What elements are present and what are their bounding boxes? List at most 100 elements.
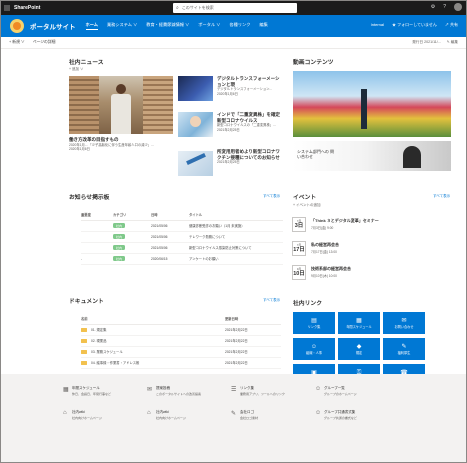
event-title: 私の経営再会合 [311,242,339,247]
news-add-button[interactable]: + 追加 ∨ [69,67,84,72]
tile-welfare[interactable]: ✎ 福利厚生 [383,338,425,360]
name-cell[interactable]: 02. 現業品 [81,335,225,347]
table-row[interactable]: 01. 規定集 2021年2月22日 [81,324,281,336]
table-row[interactable]: 社内 2021/05/06 健康診断受診のお願い（1月 未実施） [81,220,283,232]
table-row[interactable]: 社内 2021/05/06 テレワーク勤務について [81,231,283,243]
person-silhouette-image [361,89,367,129]
footer-link[interactable]: ☺ グループ共通書式集 グループ共通の書式など [315,410,357,420]
title-cell[interactable]: 新型コロナウイルス感染防止対策について [189,242,283,254]
documents-table: 名前 更新日時 01. 規定集 2021年2月22日 02. 現業品 2021年… [81,313,281,369]
suite-right-icons: ⚙ ? [431,3,462,11]
news-hero-image[interactable] [69,76,173,134]
col-modified[interactable]: 更新日時 [225,313,281,325]
add-event-button[interactable]: + イベントの追加 [293,203,321,208]
event-item[interactable]: 7月 3日 「Think ３とデジタル変革」セミナー 7月3日(金) 9:00 [292,214,452,234]
name-cell[interactable]: 04. 議事録・作業書・アドレス帳 [81,357,225,369]
importance-cell [81,231,113,243]
table-row[interactable]: 03. 業務スケジュール 2021年2月22日 [81,346,281,358]
footer-link[interactable]: ☰ リンク集 業務用アプリ、ツールへのリンク [231,386,285,396]
hub-navigation: ポータルサイト ホーム 業務システム ∨ 教育・経費節減情報 ∨ ポータル ∨ … [1,15,466,37]
tile-regulations[interactable]: ◆ 規定 [338,338,380,360]
date-cell: 2021/05/06 [151,220,189,232]
modified-cell: 2021年2月22日 [225,357,281,369]
tile-organization[interactable]: ☺ 組織・人事 [293,338,335,360]
event-time: 7月3日(金) 9:00 [311,226,334,230]
footer-link-desc: グループのホームページ [324,392,357,396]
footer-link-desc: 社内向けホームページ [72,416,102,420]
avatar[interactable] [454,3,462,11]
table-row[interactable]: - 社内 2020/06/15 アンケートのお願い [81,253,283,265]
folder-name: 02. 現業品 [91,338,107,343]
nav-item-edit[interactable]: 編集 [259,22,267,30]
nav-item-portal[interactable]: ポータル ∨ [198,22,220,30]
news-item-2[interactable]: インドで「二重変異株」を確定 新型コロナウイルス 新型コロナウイルスの「二重変異… [217,112,282,132]
mail-icon: ✉ [147,387,153,393]
name-cell[interactable]: 01. 規定集 [81,324,225,336]
site-logo[interactable] [10,19,24,33]
title-cell[interactable]: 健康診断受診のお願い（1月 未実施） [189,220,283,232]
footer-link[interactable]: ⌂ 社内wiki 社内向けホームページ [63,410,102,420]
col-title[interactable]: タイトル [189,209,283,221]
table-row[interactable]: 社内 2021/05/06 新型コロナウイルス感染防止対策について [81,242,283,254]
app-name[interactable]: SharePoint [14,5,40,11]
share-button[interactable]: ↗ 共有 [445,22,458,28]
table-row[interactable]: 04. 議事録・作業書・アドレス帳 2021年2月22日 [81,357,281,369]
follow-button[interactable]: ★ フォローしていません [392,22,437,28]
settings-icon[interactable]: ⚙ [431,4,435,11]
footer-link[interactable]: ✉ 提案投稿 このポータルサイトへの改善提案 [147,386,201,396]
person-body-image [111,94,131,134]
tile-label: お問い合わせ [394,324,414,329]
title-cell[interactable]: アンケートのお願い [189,253,283,265]
documents-see-all[interactable]: すべて表示 [263,298,280,303]
tile-contact[interactable]: ✉ お問い合わせ [383,312,425,334]
col-name[interactable]: 名前 [81,313,225,325]
news-thumb-3[interactable] [178,151,213,176]
folder-icon [81,328,87,333]
site-title[interactable]: ポータルサイト [30,21,76,31]
tile-annual-schedule[interactable]: ▦ 年間スケジュール [338,312,380,334]
footer-link-title: グループ共通書式集 [324,410,356,414]
title-cell[interactable]: テレワーク勤務について [189,231,283,243]
app-launcher-icon[interactable] [4,5,10,11]
events-see-all[interactable]: すべて表示 [433,194,450,199]
folder-icon [81,350,87,355]
footer-link-title: 提案投稿 [156,386,170,390]
tile-link-list[interactable]: ▤ リンク集 [293,312,335,334]
news-thumb-1[interactable] [178,76,213,101]
footer-link[interactable]: ☺ グループ一覧 グループのホームページ [315,386,357,396]
nav-item-links[interactable]: 各種リンク [229,22,250,30]
new-button[interactable]: + 新規 ∨ [9,40,25,45]
news-thumb-2[interactable] [178,112,213,137]
news-item-date: 2020年1月6日 [217,91,238,96]
sensitivity-label: Internal [370,22,384,27]
folder-name: 04. 議事録・作業書・アドレス帳 [91,360,140,365]
footer-link[interactable]: ✎ 会社ロゴ 会社ロゴ素材 [231,410,258,420]
news-item-title: インドで「二重変異株」を確定 新型コロナウイルス [217,112,280,123]
news-item-1[interactable]: デジタルトランスフォーメーションと現 デジタルトランスフォーメーション... 2… [217,76,282,96]
event-item[interactable]: 7月 17日 私の経営再会合 7月17日(金) 13:00 [292,238,452,258]
table-row[interactable]: 02. 現業品 2021年2月22日 [81,335,281,347]
news-item-title: デジタルトランスフォーメーションと現 [217,76,280,87]
footer-link[interactable]: ⌂ 社内wiki 社内向けホームページ [147,410,186,420]
video-thumbnail[interactable] [293,71,451,137]
nav-item-home[interactable]: ホーム [85,22,98,30]
announcements-see-all[interactable]: すべて表示 [263,194,280,199]
col-importance[interactable]: 重要度 [81,209,113,221]
video-caption[interactable]: システム部門への 問い合わせ [297,149,337,159]
edit-button[interactable]: ✎ 編集 [447,40,458,45]
table-header-row: 名前 更新日時 [81,313,281,325]
tile-label: 規定 [355,350,363,355]
nav-item-systems[interactable]: 業務システム ∨ [107,22,137,30]
col-category[interactable]: カテゴリ [113,209,151,221]
nav-item-education[interactable]: 教育・経費節減情報 ∨ [146,22,189,30]
event-item[interactable]: 9月 10日 技術系部の経営再会合 9月10日(木) 10:00 [292,262,452,282]
col-date[interactable]: 日時 [151,209,189,221]
tile-label: 組織・人事 [306,350,322,355]
search-box[interactable]: ⌕ このサイトを検索 [173,3,297,13]
page-details-button[interactable]: ページの詳細 [33,40,56,45]
help-icon[interactable]: ? [443,4,446,11]
news-item-3[interactable]: 所変用用者めより新型コロナワクチン接種についてのお知らせ 2021年2月25日 [217,149,282,165]
footer-link[interactable]: ▦ 年間スケジュール 休日、会議日、年間行事など [63,386,111,396]
name-cell[interactable]: 03. 業務スケジュール [81,346,225,358]
news-main-item[interactable]: 働き方改革の目指すもの 2020年1月... 「少子高齢化に伴う生産年齢人口の減… [69,137,174,152]
